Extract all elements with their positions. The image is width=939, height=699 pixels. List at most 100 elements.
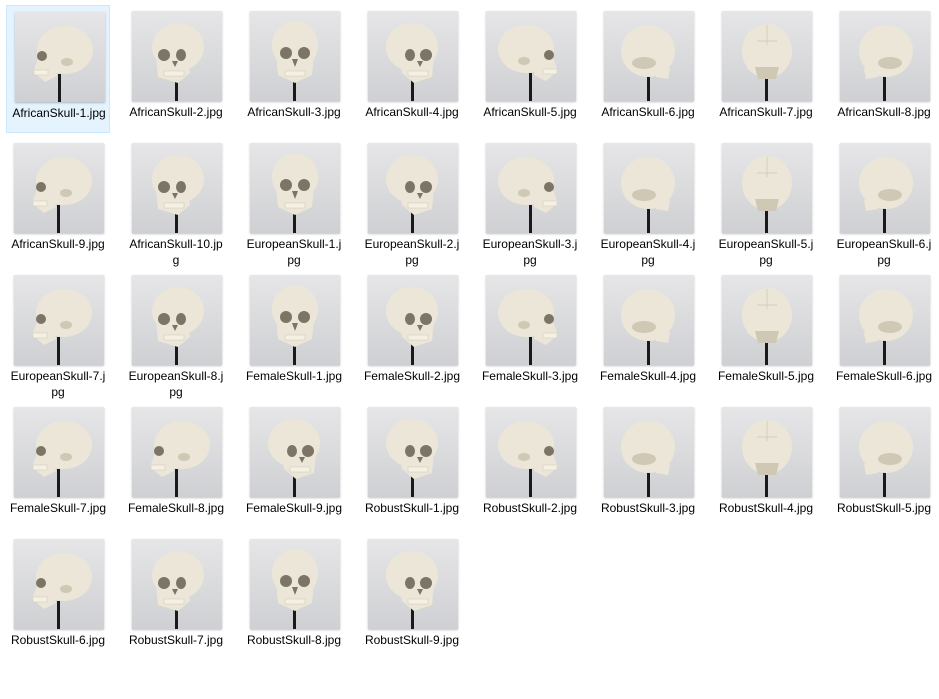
file-item[interactable]: RobustSkull-4.jpg (714, 401, 818, 529)
file-name-label: RobustSkull-6.jpg (10, 633, 106, 647)
file-name-label: RobustSkull-4.jpg (718, 501, 814, 515)
skull-thumbnail-icon (368, 275, 458, 365)
file-name-label: FemaleSkull-1.jpg (245, 369, 343, 383)
skull-thumbnail-icon (132, 11, 222, 101)
file-item[interactable]: FemaleSkull-6.jpg (832, 269, 936, 397)
skull-thumbnail-icon (486, 407, 576, 497)
skull-thumbnail-icon (604, 407, 694, 497)
file-item[interactable]: RobustSkull-1.jpg (360, 401, 464, 529)
skull-thumbnail-icon (250, 275, 340, 365)
skull-thumbnail-icon (132, 275, 222, 365)
file-name-label: RobustSkull-8.jpg (246, 633, 342, 647)
skull-thumbnail-icon (14, 407, 104, 497)
file-name-label: RobustSkull-5.jpg (836, 501, 932, 515)
file-item[interactable]: AfricanSkull-6.jpg (596, 5, 700, 133)
file-name-label: FemaleSkull-6.jpg (835, 369, 933, 383)
skull-thumbnail-icon (14, 275, 104, 365)
skull-thumbnail-icon (15, 12, 105, 102)
file-item[interactable]: FemaleSkull-9.jpg (242, 401, 346, 529)
file-item[interactable]: RobustSkull-5.jpg (832, 401, 936, 529)
skull-thumbnail-icon (368, 143, 458, 233)
skull-thumbnail-icon (604, 275, 694, 365)
file-name-label: EuropeanSkull-8.jpg (128, 369, 224, 399)
file-item[interactable]: RobustSkull-6.jpg (6, 533, 110, 661)
file-name-label: EuropeanSkull-4.jpg (600, 237, 696, 267)
skull-thumbnail-icon (250, 143, 340, 233)
file-item[interactable]: EuropeanSkull-5.jpg (714, 137, 818, 267)
skull-thumbnail-icon (250, 539, 340, 629)
file-item[interactable]: AfricanSkull-4.jpg (360, 5, 464, 133)
file-item[interactable]: FemaleSkull-5.jpg (714, 269, 818, 397)
skull-thumbnail-icon (250, 407, 340, 497)
file-item[interactable]: AfricanSkull-9.jpg (6, 137, 110, 265)
skull-thumbnail-icon (132, 407, 222, 497)
skull-thumbnail-icon (486, 11, 576, 101)
file-item[interactable]: FemaleSkull-8.jpg (124, 401, 228, 529)
file-item[interactable]: EuropeanSkull-7.jpg (6, 269, 110, 399)
file-item[interactable]: RobustSkull-8.jpg (242, 533, 346, 661)
skull-thumbnail-icon (486, 275, 576, 365)
file-item[interactable]: RobustSkull-2.jpg (478, 401, 582, 529)
file-item[interactable]: RobustSkull-3.jpg (596, 401, 700, 529)
file-name-label: AfricanSkull-8.jpg (837, 105, 931, 119)
file-name-label: RobustSkull-3.jpg (600, 501, 696, 515)
file-name-label: AfricanSkull-9.jpg (11, 237, 105, 251)
file-name-label: RobustSkull-1.jpg (364, 501, 460, 515)
file-item[interactable]: FemaleSkull-7.jpg (6, 401, 110, 529)
file-item[interactable]: RobustSkull-7.jpg (124, 533, 228, 661)
file-item[interactable]: EuropeanSkull-1.jpg (242, 137, 346, 267)
file-name-label: FemaleSkull-9.jpg (245, 501, 343, 515)
file-name-label: RobustSkull-7.jpg (128, 633, 224, 647)
skull-thumbnail-icon (368, 11, 458, 101)
skull-thumbnail-icon (250, 11, 340, 101)
file-name-label: EuropeanSkull-2.jpg (364, 237, 460, 267)
file-item[interactable]: FemaleSkull-3.jpg (478, 269, 582, 397)
skull-thumbnail-icon (604, 11, 694, 101)
file-name-label: EuropeanSkull-3.jpg (482, 237, 578, 267)
skull-thumbnail-icon (840, 275, 930, 365)
file-name-label: AfricanSkull-2.jpg (129, 105, 223, 119)
file-item[interactable]: AfricanSkull-3.jpg (242, 5, 346, 133)
skull-thumbnail-icon (132, 539, 222, 629)
file-name-label: AfricanSkull-10.jpg (129, 237, 223, 267)
file-item[interactable]: FemaleSkull-2.jpg (360, 269, 464, 397)
file-item[interactable]: EuropeanSkull-4.jpg (596, 137, 700, 267)
skull-thumbnail-icon (14, 143, 104, 233)
file-name-label: EuropeanSkull-7.jpg (10, 369, 106, 399)
skull-thumbnail-icon (14, 539, 104, 629)
file-item[interactable]: AfricanSkull-10.jpg (124, 137, 228, 267)
skull-thumbnail-icon (722, 275, 812, 365)
file-name-label: RobustSkull-2.jpg (482, 501, 578, 515)
file-item[interactable]: EuropeanSkull-6.jpg (832, 137, 936, 267)
skull-thumbnail-icon (840, 407, 930, 497)
file-name-label: AfricanSkull-5.jpg (483, 105, 577, 119)
file-name-label: EuropeanSkull-5.jpg (718, 237, 814, 267)
file-name-label: RobustSkull-9.jpg (364, 633, 460, 647)
file-item[interactable]: EuropeanSkull-3.jpg (478, 137, 582, 267)
skull-thumbnail-icon (368, 407, 458, 497)
skull-thumbnail-icon (604, 143, 694, 233)
skull-thumbnail-icon (840, 11, 930, 101)
file-item[interactable]: AfricanSkull-2.jpg (124, 5, 228, 133)
file-item[interactable]: AfricanSkull-7.jpg (714, 5, 818, 133)
file-name-label: EuropeanSkull-1.jpg (246, 237, 342, 267)
file-name-label: AfricanSkull-7.jpg (719, 105, 813, 119)
file-item[interactable]: AfricanSkull-1.jpg (6, 5, 110, 133)
file-name-label: FemaleSkull-7.jpg (9, 501, 107, 515)
file-item[interactable]: RobustSkull-9.jpg (360, 533, 464, 661)
file-item[interactable]: EuropeanSkull-2.jpg (360, 137, 464, 267)
file-item[interactable]: AfricanSkull-8.jpg (832, 5, 936, 133)
file-grid: AfricanSkull-1.jpg AfricanSkull-2.jpg Afri… (0, 0, 939, 699)
skull-thumbnail-icon (722, 11, 812, 101)
skull-thumbnail-icon (368, 539, 458, 629)
file-name-label: FemaleSkull-3.jpg (481, 369, 579, 383)
file-item[interactable]: AfricanSkull-5.jpg (478, 5, 582, 133)
file-name-label: FemaleSkull-5.jpg (717, 369, 815, 383)
file-item[interactable]: FemaleSkull-4.jpg (596, 269, 700, 397)
file-item[interactable]: EuropeanSkull-8.jpg (124, 269, 228, 399)
skull-thumbnail-icon (840, 143, 930, 233)
file-name-label: AfricanSkull-3.jpg (247, 105, 341, 119)
file-item[interactable]: FemaleSkull-1.jpg (242, 269, 346, 397)
file-name-label: FemaleSkull-8.jpg (127, 501, 225, 515)
file-name-label: FemaleSkull-4.jpg (599, 369, 697, 383)
